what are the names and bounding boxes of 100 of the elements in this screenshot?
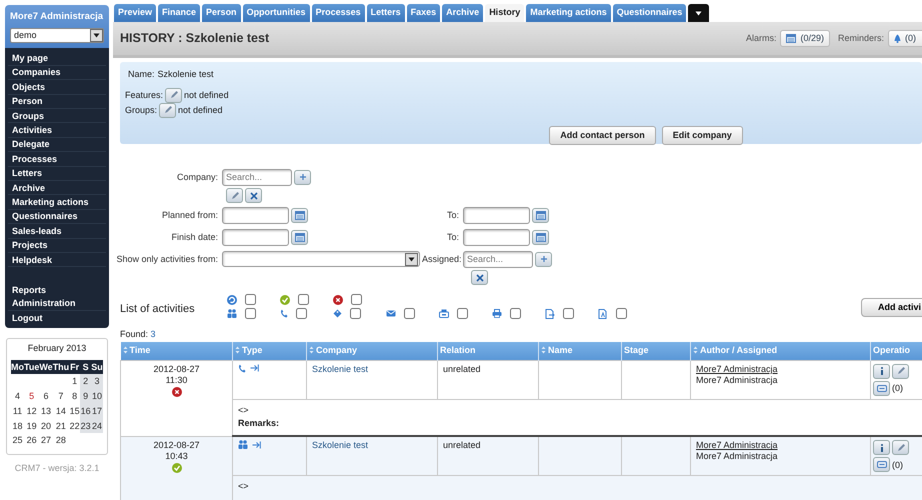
calendar-day[interactable]: 19 bbox=[26, 420, 37, 431]
add-activity-button[interactable]: Add activi bbox=[860, 298, 922, 317]
author-link[interactable]: More7 Administracja bbox=[696, 364, 778, 374]
action-button[interactable]: Edit company bbox=[662, 126, 743, 145]
circular-arrow-icon bbox=[227, 294, 237, 304]
menu-item[interactable]: Person bbox=[8, 94, 47, 108]
calendar-day[interactable]: 27 bbox=[41, 435, 52, 446]
filter-checkbox[interactable] bbox=[350, 308, 361, 319]
add-button[interactable] bbox=[294, 170, 311, 184]
calendar-day[interactable]: 5 bbox=[29, 391, 34, 402]
menu-item[interactable]: Reports bbox=[8, 283, 50, 297]
menu-item[interactable]: Sales-leads bbox=[8, 224, 66, 238]
tab[interactable]: Processes bbox=[312, 4, 365, 22]
edit-button[interactable] bbox=[892, 440, 909, 456]
date-field[interactable] bbox=[463, 228, 530, 246]
edit-button[interactable] bbox=[159, 102, 176, 118]
calendar-day[interactable]: 7 bbox=[58, 391, 64, 402]
tab[interactable]: Marketing actions bbox=[526, 4, 611, 22]
calendar-day[interactable]: 14 bbox=[56, 406, 66, 416]
calendar-day[interactable]: 25 bbox=[12, 435, 22, 446]
author-link[interactable]: More7 Administracja bbox=[696, 440, 778, 450]
tab[interactable]: Questionnaires bbox=[612, 4, 686, 22]
comment-button[interactable] bbox=[873, 380, 890, 396]
menu-item[interactable]: Groups bbox=[8, 109, 48, 122]
calendar-day[interactable]: 18 bbox=[12, 420, 22, 431]
filter-checkbox[interactable] bbox=[404, 308, 415, 319]
info-button[interactable] bbox=[873, 364, 890, 379]
menu-item[interactable]: My page bbox=[8, 51, 52, 65]
action-button[interactable]: Add contact person bbox=[549, 126, 656, 145]
company-link[interactable]: Szkolenie test bbox=[312, 364, 368, 374]
filter-checkbox[interactable] bbox=[296, 308, 307, 319]
info-icon bbox=[880, 444, 884, 452]
menu-item[interactable]: Archive bbox=[8, 181, 50, 194]
filter-checkbox[interactable] bbox=[245, 294, 256, 305]
menu-item[interactable]: Marketing actions bbox=[8, 195, 93, 209]
tab[interactable]: Person bbox=[202, 4, 241, 22]
date-field[interactable] bbox=[222, 206, 289, 224]
menu-item[interactable]: Companies bbox=[8, 66, 65, 80]
database-select[interactable]: demo bbox=[10, 28, 104, 44]
calendar-button[interactable] bbox=[291, 230, 308, 244]
calendar-day[interactable]: 12 bbox=[26, 406, 37, 416]
tab[interactable]: Faxes bbox=[406, 4, 440, 22]
found-count[interactable]: 3 bbox=[150, 329, 156, 339]
tab[interactable]: Opportunities bbox=[242, 4, 310, 22]
menu-item[interactable]: Processes bbox=[8, 152, 62, 166]
menu-item[interactable]: Administration bbox=[8, 296, 80, 310]
filter-checkbox[interactable] bbox=[563, 308, 574, 319]
tab[interactable]: Archive bbox=[442, 4, 484, 22]
date-field[interactable] bbox=[222, 228, 289, 246]
alarms-button[interactable]: (0/29) bbox=[780, 30, 830, 47]
tab[interactable]: Preview bbox=[114, 4, 156, 22]
filter-checkbox[interactable] bbox=[351, 294, 362, 305]
tab[interactable]: Letters bbox=[366, 4, 405, 22]
menu-item[interactable]: Letters bbox=[8, 166, 46, 180]
filter-checkbox[interactable] bbox=[298, 294, 309, 305]
clear-button[interactable] bbox=[245, 188, 262, 203]
activities-from-select[interactable] bbox=[222, 251, 420, 267]
company-link[interactable]: Szkolenie test bbox=[312, 440, 368, 450]
menu-item[interactable]: Delegate bbox=[8, 138, 54, 152]
filter-checkbox[interactable] bbox=[457, 308, 468, 319]
calendar-day[interactable]: 4 bbox=[14, 391, 20, 402]
menu-item[interactable]: Projects bbox=[8, 238, 52, 252]
filter-checkbox[interactable] bbox=[510, 308, 521, 319]
calendar-day[interactable]: 21 bbox=[56, 420, 66, 431]
comment-button[interactable] bbox=[873, 457, 890, 472]
add-button[interactable] bbox=[535, 252, 552, 266]
menu-item[interactable]: Logout bbox=[8, 311, 46, 325]
edit-button[interactable] bbox=[226, 188, 243, 203]
clear-button[interactable] bbox=[471, 270, 488, 285]
tab[interactable]: History bbox=[485, 4, 524, 22]
calendar-button[interactable] bbox=[532, 230, 549, 244]
calendar-day[interactable]: 11 bbox=[12, 406, 22, 416]
menu-item[interactable]: Questionnaires bbox=[8, 210, 82, 224]
menu-item[interactable]: Activities bbox=[8, 123, 56, 137]
tab[interactable]: Finance bbox=[158, 4, 200, 22]
more-tabs-button[interactable] bbox=[688, 4, 710, 22]
calendar-day[interactable]: 20 bbox=[41, 420, 52, 431]
calendar-day[interactable]: 1 bbox=[72, 376, 78, 386]
calendar-day[interactable]: 13 bbox=[41, 406, 52, 416]
info-button[interactable] bbox=[873, 440, 890, 456]
menu-item[interactable]: Objects bbox=[8, 80, 50, 94]
date-field[interactable] bbox=[463, 206, 530, 224]
calendar-day[interactable]: 22 bbox=[70, 420, 80, 431]
filter-checkbox[interactable] bbox=[616, 308, 627, 319]
assigned-search-field[interactable]: Search... bbox=[463, 250, 533, 268]
company-search-field[interactable]: Search... bbox=[222, 168, 292, 186]
filter-checkbox[interactable] bbox=[245, 308, 256, 319]
reminders-label: Reminders: bbox=[838, 33, 884, 44]
calendar-day[interactable]: 6 bbox=[44, 391, 49, 402]
calendar-day[interactable]: 26 bbox=[26, 435, 37, 446]
calendar-day[interactable]: 15 bbox=[70, 406, 80, 416]
edit-button[interactable] bbox=[165, 88, 182, 103]
menu-item[interactable]: Helpdesk bbox=[8, 253, 56, 266]
calendar-button[interactable] bbox=[291, 208, 308, 222]
calendar-day[interactable]: 8 bbox=[72, 391, 78, 402]
reminders-button[interactable]: (0) bbox=[888, 30, 922, 47]
calendar-button[interactable] bbox=[532, 208, 549, 222]
calendar-day[interactable]: 28 bbox=[56, 435, 66, 446]
edit-button[interactable] bbox=[892, 364, 909, 379]
tag-icon bbox=[333, 309, 342, 318]
